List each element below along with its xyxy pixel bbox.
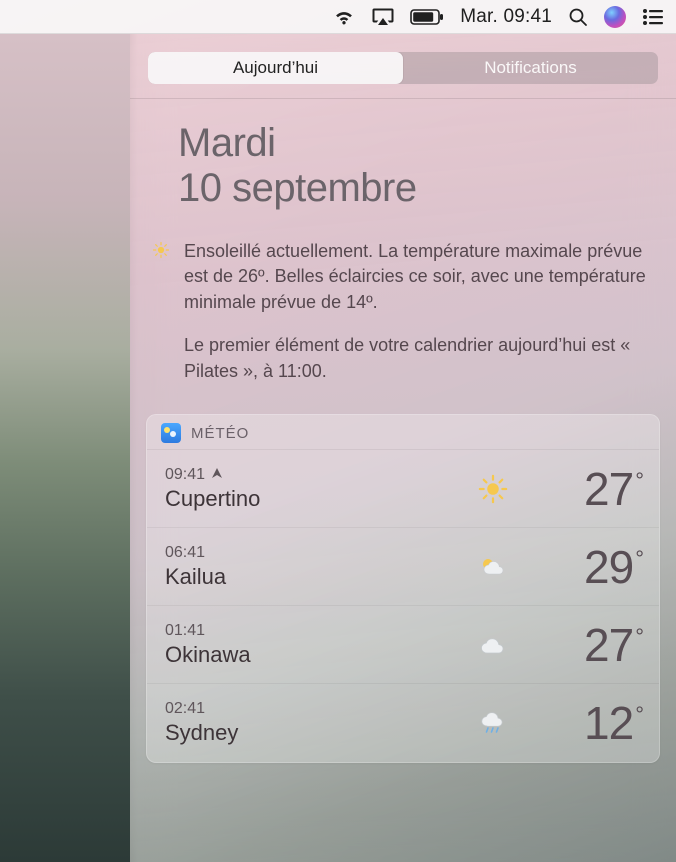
weather-row-temp: 12° [521, 700, 641, 746]
weather-row-temp: 29° [521, 544, 641, 590]
weather-row-city: Sydney [165, 720, 465, 746]
weather-row-time: 09:41 [165, 466, 465, 484]
today-weekday: Mardi [178, 121, 644, 166]
weather-row-temp: 27° [521, 466, 641, 512]
weather-row-city: Kailua [165, 564, 465, 590]
wifi-icon[interactable] [332, 8, 356, 26]
weather-row-temp: 27° [521, 622, 641, 668]
weather-row-city: Cupertino [165, 486, 465, 512]
weather-widget-title: MÉTÉO [191, 425, 249, 442]
sun-icon [465, 474, 521, 504]
nc-tabs: Aujourd’hui Notifications [148, 52, 658, 84]
calendar-summary-text: Le premier élément de votre calendrier a… [184, 333, 654, 384]
desktop-background [0, 34, 130, 862]
weather-app-icon [161, 423, 181, 443]
calendar-summary-row: Le premier élément de votre calendrier a… [130, 323, 676, 392]
weather-row[interactable]: 01:41 Okinawa 27° [147, 606, 659, 684]
notification-center-panel: Aujourd’hui Notifications Mardi 10 septe… [130, 34, 676, 862]
today-date: Mardi 10 septembre [130, 99, 676, 221]
weather-row[interactable]: 06:41 Kailua 29° [147, 528, 659, 606]
weather-widget-header: MÉTÉO [147, 415, 659, 450]
weather-row-time: 01:41 [165, 622, 465, 640]
weather-row[interactable]: 02:41 Sydney 12° [147, 684, 659, 762]
weather-row-time: 02:41 [165, 700, 465, 718]
menubar-clock[interactable]: Mar. 09:41 [460, 6, 552, 28]
battery-icon[interactable] [410, 9, 444, 25]
today-full-date: 10 septembre [178, 166, 644, 211]
cloud-icon [465, 634, 521, 656]
weather-row-city: Okinawa [165, 642, 465, 668]
menubar: Mar. 09:41 [0, 0, 676, 34]
weather-row-time: 06:41 [165, 544, 465, 562]
weather-row[interactable]: 09:41 Cupertino 27° [147, 450, 659, 528]
spotlight-icon[interactable] [568, 7, 588, 27]
notification-center-icon[interactable] [642, 8, 664, 26]
airplay-icon[interactable] [372, 8, 394, 26]
weather-widget[interactable]: MÉTÉO 09:41 Cupertino 27° 06:41 Kailua [146, 414, 660, 763]
tab-today[interactable]: Aujourd’hui [148, 52, 403, 84]
location-icon [211, 466, 223, 484]
siri-icon[interactable] [604, 6, 626, 28]
rain-icon [465, 709, 521, 737]
weather-summary-text: Ensoleillé actuellement. La température … [184, 239, 654, 316]
tab-notifications[interactable]: Notifications [403, 52, 658, 84]
weather-summary-row: Ensoleillé actuellement. La température … [130, 221, 676, 324]
sun-icon [152, 241, 170, 316]
partly-cloudy-icon [465, 554, 521, 580]
